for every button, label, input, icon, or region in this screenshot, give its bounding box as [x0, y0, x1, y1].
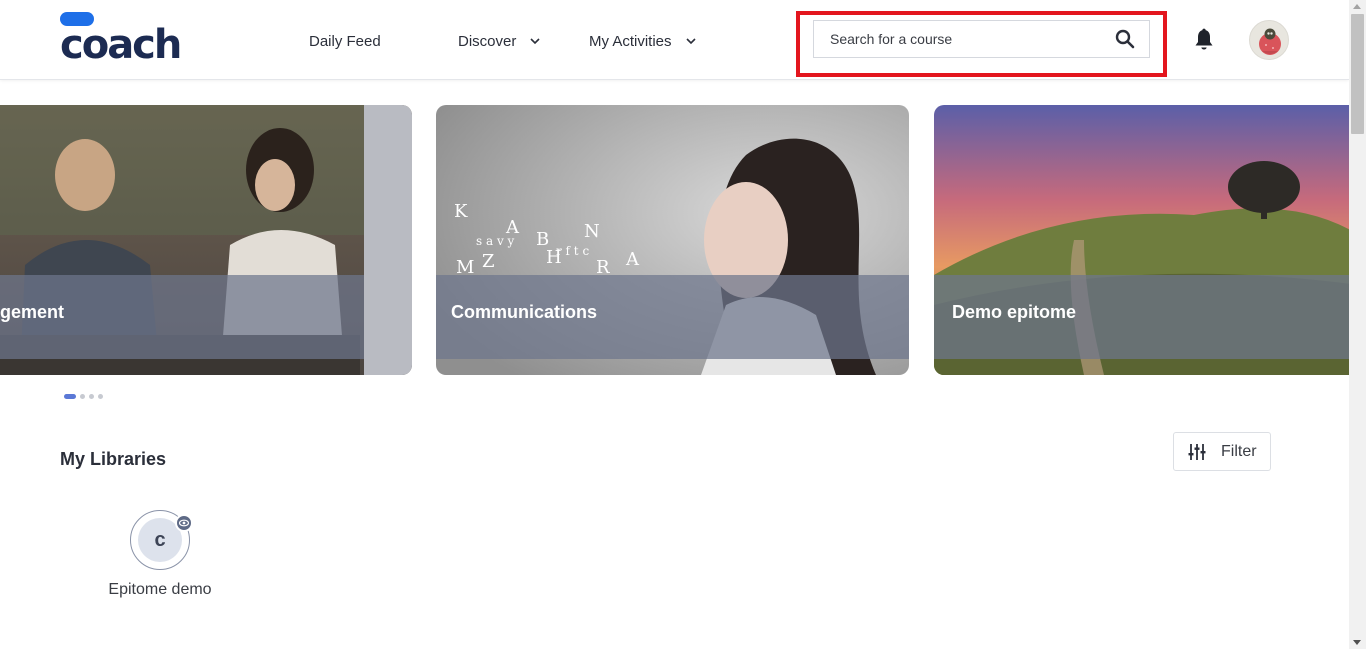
card-title: Communications: [451, 302, 598, 322]
scroll-thumb[interactable]: [1351, 14, 1364, 134]
chevron-down-icon: [530, 38, 540, 45]
svg-text:s a v y: s a v y: [476, 234, 515, 248]
search-box: [813, 20, 1150, 58]
chevron-down-icon: [685, 38, 696, 45]
filter-label: Filter: [1221, 442, 1257, 460]
nav-daily-feed[interactable]: Daily Feed: [309, 30, 381, 52]
svg-text:N: N: [584, 221, 600, 242]
page: coach Daily Feed Discover My Activities: [0, 0, 1366, 649]
carousel-card-management[interactable]: gement: [0, 105, 412, 375]
top-header: coach Daily Feed Discover My Activities: [0, 0, 1349, 80]
scroll-down-arrow[interactable]: [1353, 640, 1361, 645]
user-avatar[interactable]: [1249, 20, 1289, 60]
svg-text:r f t c: r f t c: [556, 244, 589, 258]
vertical-scrollbar[interactable]: [1349, 0, 1366, 649]
carousel-dot-1[interactable]: [64, 394, 76, 399]
nav-my-activities[interactable]: My Activities: [589, 30, 698, 52]
carousel-card-communications[interactable]: KAB NZM RHA s a v yr f t c Communication…: [436, 105, 909, 375]
nav-my-activities-label: My Activities: [589, 32, 672, 50]
nav-daily-feed-label: Daily Feed: [309, 32, 381, 50]
library-item[interactable]: c Epitome demo: [100, 508, 220, 608]
library-name: Epitome demo: [108, 581, 212, 598]
search-input[interactable]: [814, 21, 1104, 57]
section-title-my-libraries: My Libraries: [60, 449, 167, 469]
carousel-dot-3[interactable]: [89, 394, 94, 399]
nav-discover-label: Discover: [458, 32, 517, 50]
filter-button[interactable]: Filter: [1173, 432, 1271, 471]
scroll-up-arrow[interactable]: [1353, 4, 1361, 9]
carousel-pagination: [64, 394, 103, 399]
nav-discover[interactable]: Discover: [458, 30, 542, 52]
svg-text:Z: Z: [482, 251, 495, 272]
carousel-card-demo-epitome[interactable]: Demo epitome: [934, 105, 1359, 375]
eye-icon: [175, 514, 193, 532]
svg-text:A: A: [625, 249, 640, 270]
search-highlight-frame: [796, 11, 1167, 77]
bell-icon[interactable]: [1193, 28, 1215, 52]
sliders-icon: [1188, 443, 1206, 460]
coach-logo[interactable]: coach: [60, 12, 182, 65]
carousel-dot-4[interactable]: [98, 394, 103, 399]
avatar-image: [1259, 28, 1281, 55]
svg-text:K: K: [454, 201, 468, 222]
logo-text: coach: [60, 22, 182, 68]
card-title: Demo epitome: [952, 302, 1077, 322]
search-icon[interactable]: [1115, 29, 1135, 49]
carousel-dot-2[interactable]: [80, 394, 85, 399]
card-title: gement: [0, 302, 65, 322]
